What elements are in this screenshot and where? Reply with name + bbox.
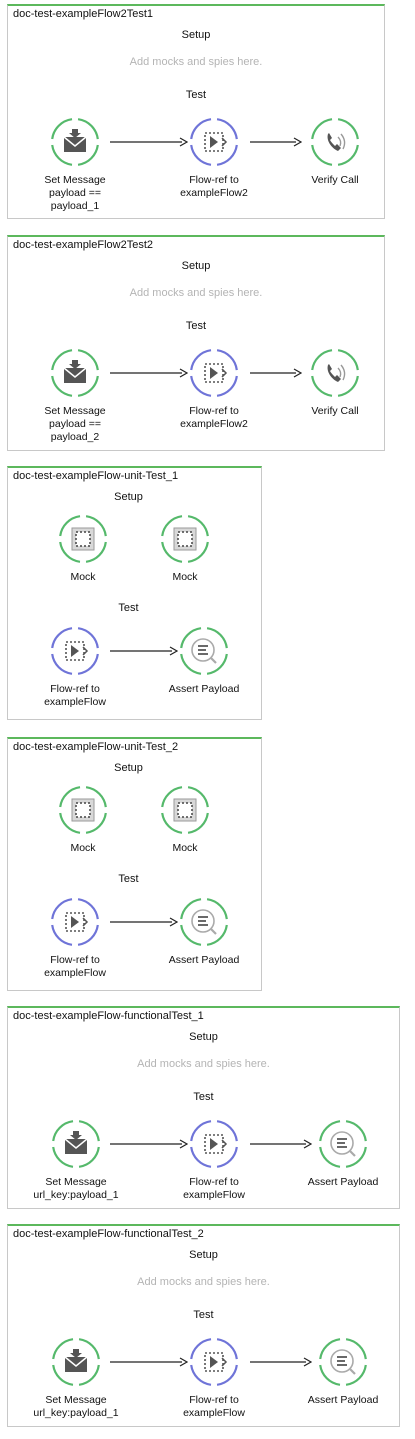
node-label: Flow-ref to exampleFlow <box>183 1394 245 1419</box>
verify-call-processor[interactable]: Verify Call <box>290 347 380 418</box>
setup-label: Setup <box>181 29 211 41</box>
flow-ref-processor[interactable]: Flow-ref to exampleFlow2 <box>169 347 259 431</box>
test-suite-4[interactable]: doc-test-exampleFlow-unit-Test_2 Setup M… <box>7 737 262 991</box>
mock-icon <box>58 785 108 835</box>
assert-payload-icon <box>179 897 229 947</box>
setup-placeholder: Add mocks and spies here. <box>137 1058 270 1070</box>
assert-payload-icon <box>318 1119 368 1169</box>
test-label: Test <box>118 602 139 614</box>
test-suite-2[interactable]: doc-test-exampleFlow2Test2 Setup Add moc… <box>7 235 385 451</box>
setup-placeholder: Add mocks and spies here. <box>137 1276 270 1288</box>
node-label: Set Message url_key:payload_1 <box>33 1176 119 1201</box>
flow-ref-processor[interactable]: Flow-ref to exampleFlow <box>30 625 120 709</box>
node-label: Set Message payload == payload_1 <box>44 174 106 212</box>
test-label: Test <box>193 1091 214 1103</box>
set-message-processor[interactable]: Set Message payload == payload_2 <box>30 347 120 444</box>
node-label: Flow-ref to exampleFlow <box>44 683 106 708</box>
node-label: Assert Payload <box>307 1394 379 1406</box>
flow-ref-icon <box>189 1119 239 1169</box>
assert-payload-icon <box>318 1337 368 1387</box>
setup-label: Setup <box>114 491 143 503</box>
verify-call-icon <box>310 117 360 167</box>
node-label: Flow-ref to exampleFlow2 <box>180 405 248 430</box>
node-label: Verify Call <box>311 174 359 186</box>
test-suite-1[interactable]: doc-test-exampleFlow2Test1 Setup Add moc… <box>7 4 385 219</box>
set-message-processor[interactable]: Set Message payload == payload_1 <box>30 116 120 213</box>
setup-label: Setup <box>181 260 211 272</box>
suite-title: doc-test-exampleFlow-unit-Test_1 <box>13 470 179 482</box>
node-label: Flow-ref to exampleFlow <box>44 954 106 979</box>
setup-placeholder: Add mocks and spies here. <box>129 287 263 299</box>
verify-call-icon <box>310 348 360 398</box>
suite-title: doc-test-exampleFlow-functionalTest_1 <box>13 1010 204 1022</box>
verify-call-processor[interactable]: Verify Call <box>290 116 380 187</box>
flow-ref-icon <box>50 897 100 947</box>
mock-icon <box>160 785 210 835</box>
flow-ref-processor[interactable]: Flow-ref to exampleFlow <box>169 1336 259 1420</box>
setup-label: Setup <box>189 1249 218 1261</box>
test-label: Test <box>185 89 207 101</box>
node-label: Mock <box>70 571 96 583</box>
node-label: Flow-ref to exampleFlow <box>183 1176 245 1201</box>
suite-title: doc-test-exampleFlow-unit-Test_2 <box>13 741 179 753</box>
node-label: Set Message payload == payload_2 <box>44 405 106 443</box>
node-label: Mock <box>172 842 198 854</box>
flow-ref-processor[interactable]: Flow-ref to exampleFlow <box>30 896 120 980</box>
test-label: Test <box>118 873 139 885</box>
flow-ref-icon <box>50 626 100 676</box>
node-label: Assert Payload <box>168 683 240 695</box>
flow-ref-processor[interactable]: Flow-ref to exampleFlow <box>169 1118 259 1202</box>
flow-ref-icon <box>189 117 239 167</box>
node-label: Set Message url_key:payload_1 <box>33 1394 119 1419</box>
node-label: Flow-ref to exampleFlow2 <box>180 174 248 199</box>
assert-payload-processor[interactable]: Assert Payload <box>159 625 249 696</box>
mock-processor[interactable]: Mock <box>140 784 230 855</box>
flow-ref-processor[interactable]: Flow-ref to exampleFlow2 <box>169 116 259 200</box>
assert-payload-processor[interactable]: Assert Payload <box>298 1118 388 1189</box>
setup-placeholder: Add mocks and spies here. <box>129 56 263 68</box>
setup-label: Setup <box>189 1031 218 1043</box>
node-label: Verify Call <box>311 405 359 417</box>
mock-processor[interactable]: Mock <box>140 513 230 584</box>
suite-title: doc-test-exampleFlow2Test2 <box>13 239 154 251</box>
envelope-icon <box>51 1119 101 1169</box>
mock-processor[interactable]: Mock <box>38 784 128 855</box>
setup-label: Setup <box>114 762 143 774</box>
set-message-processor[interactable]: Set Message url_key:payload_1 <box>30 1118 122 1202</box>
test-label: Test <box>193 1309 214 1321</box>
node-label: Assert Payload <box>168 954 240 966</box>
node-label: Mock <box>172 571 198 583</box>
mock-icon <box>160 514 210 564</box>
node-label: Mock <box>70 842 96 854</box>
mock-processor[interactable]: Mock <box>38 513 128 584</box>
flow-ref-icon <box>189 348 239 398</box>
node-label: Assert Payload <box>307 1176 379 1188</box>
suite-title: doc-test-exampleFlow2Test1 <box>13 8 154 20</box>
assert-payload-processor[interactable]: Assert Payload <box>298 1336 388 1407</box>
mock-icon <box>58 514 108 564</box>
suite-title: doc-test-exampleFlow-functionalTest_2 <box>13 1228 204 1240</box>
test-label: Test <box>185 320 207 332</box>
assert-payload-icon <box>179 626 229 676</box>
assert-payload-processor[interactable]: Assert Payload <box>159 896 249 967</box>
envelope-icon <box>51 1337 101 1387</box>
test-suite-3[interactable]: doc-test-exampleFlow-unit-Test_1 Setup M… <box>7 466 262 720</box>
flow-ref-icon <box>189 1337 239 1387</box>
set-message-processor[interactable]: Set Message url_key:payload_1 <box>30 1336 122 1420</box>
envelope-icon <box>50 117 100 167</box>
test-suite-6[interactable]: doc-test-exampleFlow-functionalTest_2 Se… <box>7 1224 400 1427</box>
envelope-icon <box>50 348 100 398</box>
test-suite-5[interactable]: doc-test-exampleFlow-functionalTest_1 Se… <box>7 1006 400 1209</box>
